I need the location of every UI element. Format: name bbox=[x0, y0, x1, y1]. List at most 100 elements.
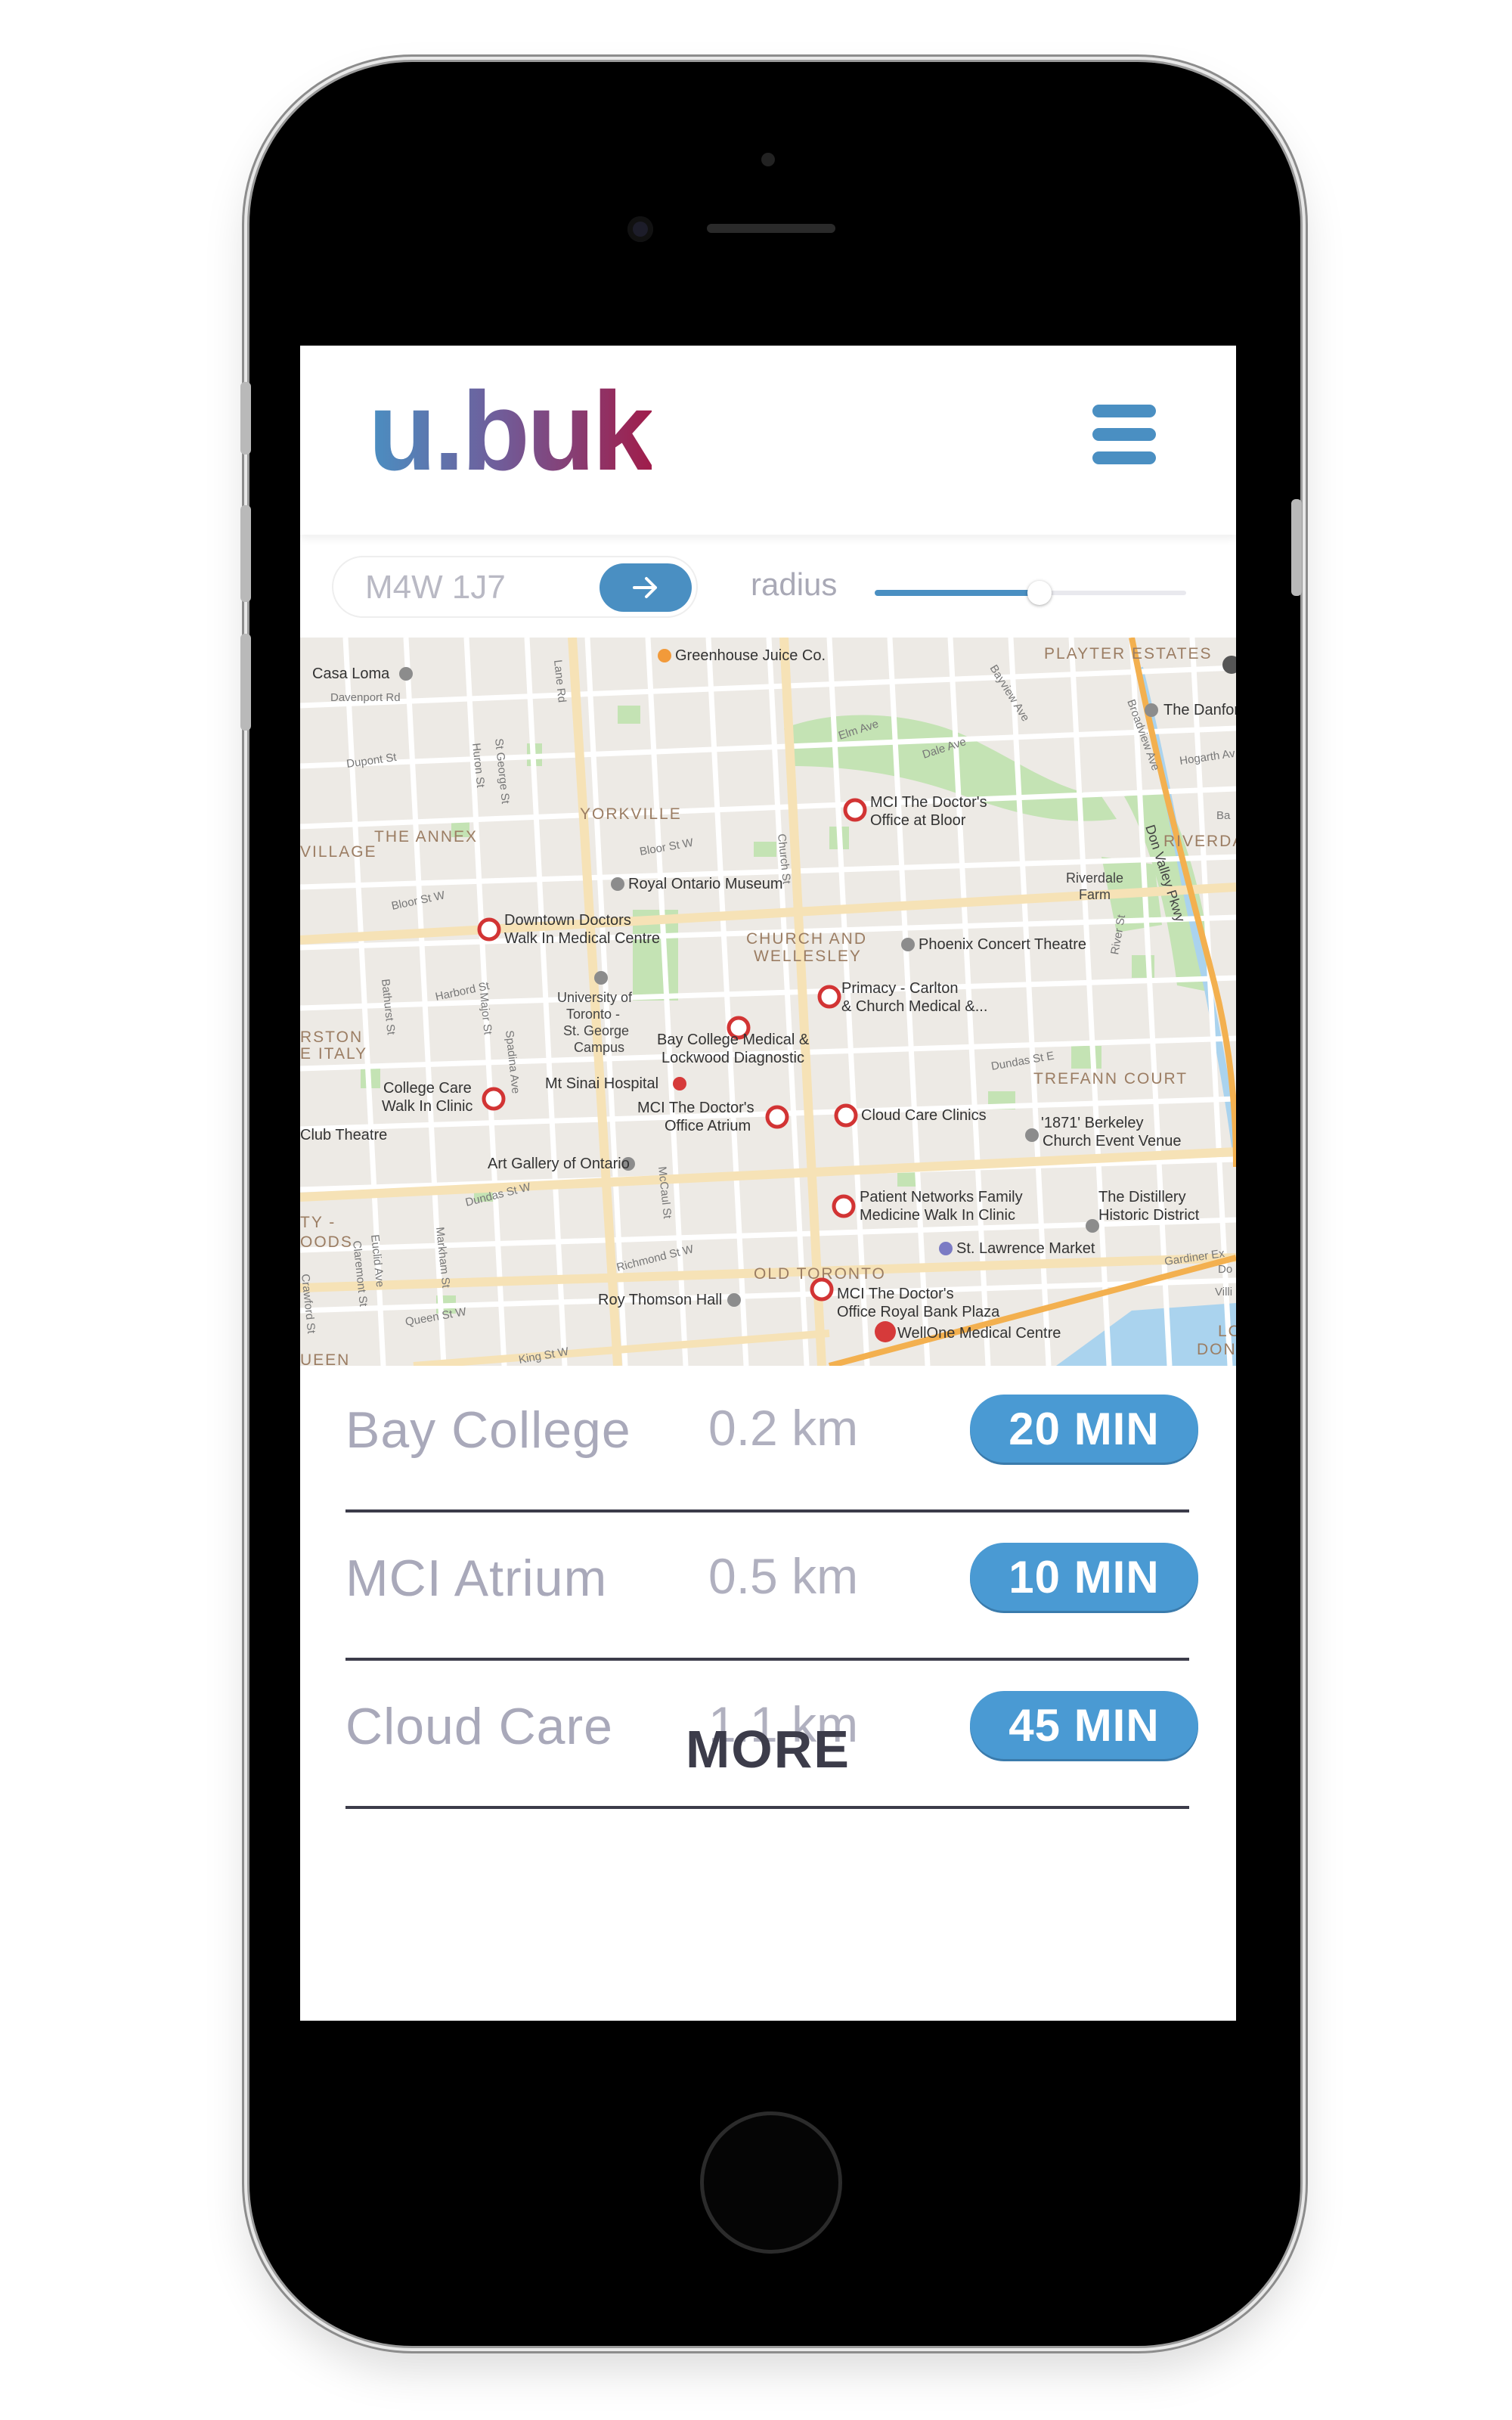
poi-landmark-icon bbox=[1086, 1219, 1099, 1233]
map-area-label: CHURCH AND bbox=[746, 930, 867, 948]
list-item[interactable]: Bay College 0.2 km 20 MIN bbox=[345, 1366, 1198, 1512]
map-area-label: RSTON bbox=[300, 1028, 363, 1046]
arrow-right-icon bbox=[633, 577, 657, 598]
map-area-label: TREFANN COURT bbox=[1033, 1070, 1188, 1087]
map-poi-label: Cloud Care Clinics bbox=[861, 1107, 987, 1124]
wait-time-button[interactable]: 10 MIN bbox=[970, 1543, 1198, 1611]
front-camera-icon bbox=[627, 216, 653, 242]
map-area-label: RIVERDA bbox=[1163, 833, 1236, 850]
map-area-label: OODS bbox=[300, 1233, 353, 1251]
poi-market-icon bbox=[939, 1242, 953, 1255]
poi-venue-icon bbox=[901, 938, 915, 951]
power-button bbox=[1291, 499, 1302, 596]
map-poi-label: Royal Ontario Museum bbox=[628, 876, 783, 892]
map-poi-label: PLAYTER ESTATES bbox=[1044, 645, 1213, 662]
clinic-marker-icon[interactable] bbox=[765, 1105, 789, 1129]
map-poi-label: The Distillery bbox=[1098, 1189, 1186, 1205]
poi-venue-icon bbox=[1145, 703, 1158, 717]
clinic-distance: 0.2 km bbox=[708, 1400, 859, 1456]
divider bbox=[345, 1509, 1189, 1512]
map-poi-label: Office Atrium bbox=[665, 1118, 751, 1134]
earpiece-speaker bbox=[707, 224, 835, 233]
clinic-marker-icon[interactable] bbox=[477, 917, 501, 942]
map-poi-label: Walk In Medical Centre bbox=[504, 930, 660, 947]
postal-code-input[interactable] bbox=[364, 568, 593, 607]
map-area-label: LO bbox=[1218, 1323, 1236, 1340]
home-button[interactable] bbox=[700, 2111, 842, 2254]
map-area-label: THE ANNEX bbox=[374, 828, 478, 845]
map-poi-label: Medicine Walk In Clinic bbox=[860, 1207, 1015, 1224]
map-poi-label: Casa Loma bbox=[312, 666, 390, 682]
map-view[interactable]: THE ANNEX YORKVILLE CHURCH AND WELLESLEY… bbox=[300, 638, 1236, 1366]
map-area-label: TY - bbox=[300, 1214, 336, 1231]
map-poi-label: Greenhouse Juice Co. bbox=[675, 647, 826, 664]
map-road-label: Ba bbox=[1216, 809, 1231, 822]
map-poi-label: MCI The Doctor's bbox=[870, 794, 987, 811]
map-area-label: Riverdale bbox=[1066, 870, 1123, 886]
map-poi-label: Roy Thomson Hall bbox=[598, 1292, 722, 1308]
map-area-label: VILLAGE bbox=[300, 843, 377, 861]
wait-time-button[interactable]: 20 MIN bbox=[970, 1395, 1198, 1463]
poi-landmark-icon bbox=[399, 667, 413, 681]
slider-fill bbox=[875, 590, 1040, 596]
map-poi-label: Office at Bloor bbox=[870, 812, 966, 829]
list-item[interactable]: MCI Atrium 0.5 km 10 MIN bbox=[345, 1514, 1198, 1661]
clinic-marker-icon[interactable] bbox=[832, 1194, 856, 1218]
map-poi-label: '1871' Berkeley bbox=[1041, 1115, 1144, 1131]
map-poi-label: Downtown Doctors bbox=[504, 912, 631, 929]
hospital-icon bbox=[673, 1077, 686, 1091]
map-poi-label: Lockwood Diagnostic bbox=[662, 1050, 804, 1066]
volume-up-button bbox=[240, 505, 251, 602]
postal-code-field bbox=[332, 556, 698, 618]
map-poi-label: St. Lawrence Market bbox=[956, 1240, 1095, 1257]
map-area-label: Farm bbox=[1079, 887, 1111, 902]
map-area-label: E ITALY bbox=[300, 1045, 367, 1063]
clinic-marker-icon[interactable] bbox=[810, 1277, 834, 1302]
clinic-marker-icon[interactable] bbox=[817, 985, 841, 1009]
map-poi-label: Club Theatre bbox=[300, 1127, 387, 1143]
volume-down-button bbox=[240, 634, 251, 731]
map-canvas: THE ANNEX YORKVILLE CHURCH AND WELLESLEY… bbox=[300, 638, 1236, 1366]
divider bbox=[345, 1806, 1189, 1809]
poi-venue-icon bbox=[1025, 1128, 1039, 1142]
clinic-marker-icon[interactable] bbox=[843, 798, 867, 822]
map-poi-label: Primacy - Carlton bbox=[841, 980, 958, 997]
more-button[interactable]: MORE bbox=[300, 1719, 1236, 1779]
hamburger-menu-icon[interactable] bbox=[1092, 405, 1156, 465]
map-poi-label: Phoenix Concert Theatre bbox=[919, 936, 1086, 953]
map-poi-label: Mt Sinai Hospital bbox=[545, 1075, 658, 1092]
map-poi-label: WellOne Medical Centre bbox=[897, 1325, 1061, 1342]
map-area-label: DON bbox=[1197, 1341, 1236, 1358]
slider-thumb[interactable] bbox=[1027, 581, 1052, 605]
map-poi-label: University of bbox=[557, 990, 633, 1005]
app-logo: u.buk bbox=[368, 369, 655, 494]
proximity-sensor bbox=[761, 153, 775, 166]
map-poi-label: Campus bbox=[574, 1040, 624, 1055]
map-area-label: WELLESLEY bbox=[754, 948, 862, 965]
map-poi-label: Church Event Venue bbox=[1043, 1133, 1181, 1150]
map-area-label: UEEN bbox=[300, 1351, 350, 1366]
map-poi-label: Bay College Medical & bbox=[657, 1032, 810, 1048]
search-bar: radius bbox=[300, 535, 1236, 638]
radius-label: radius bbox=[751, 566, 838, 602]
poi-food-icon bbox=[658, 649, 671, 662]
map-poi-label: MCI The Doctor's bbox=[837, 1286, 954, 1302]
map-poi-label: Toronto - bbox=[566, 1007, 620, 1022]
map-poi-label: St. George bbox=[563, 1023, 629, 1038]
map-poi-label: The Danforth bbox=[1163, 702, 1236, 718]
clinic-marker-icon[interactable] bbox=[482, 1087, 506, 1111]
map-poi-label: Patient Networks Family bbox=[860, 1189, 1023, 1205]
poi-university-icon bbox=[594, 971, 608, 985]
radius-slider[interactable] bbox=[875, 581, 1186, 605]
search-go-button[interactable] bbox=[600, 563, 692, 612]
poi-venue-icon bbox=[727, 1293, 741, 1307]
map-poi-label: Office Royal Bank Plaza bbox=[837, 1304, 1000, 1320]
clinic-marker-icon[interactable] bbox=[834, 1103, 858, 1128]
map-area-label: YORKVILLE bbox=[580, 805, 682, 823]
app-screen: u.buk radius bbox=[300, 346, 1236, 2021]
clinic-name: Bay College bbox=[345, 1401, 631, 1459]
poi-museum-icon bbox=[611, 877, 624, 891]
map-road-label: Villi bbox=[1215, 1286, 1232, 1298]
divider bbox=[345, 1658, 1189, 1661]
map-road-label: Do bbox=[1218, 1263, 1232, 1276]
